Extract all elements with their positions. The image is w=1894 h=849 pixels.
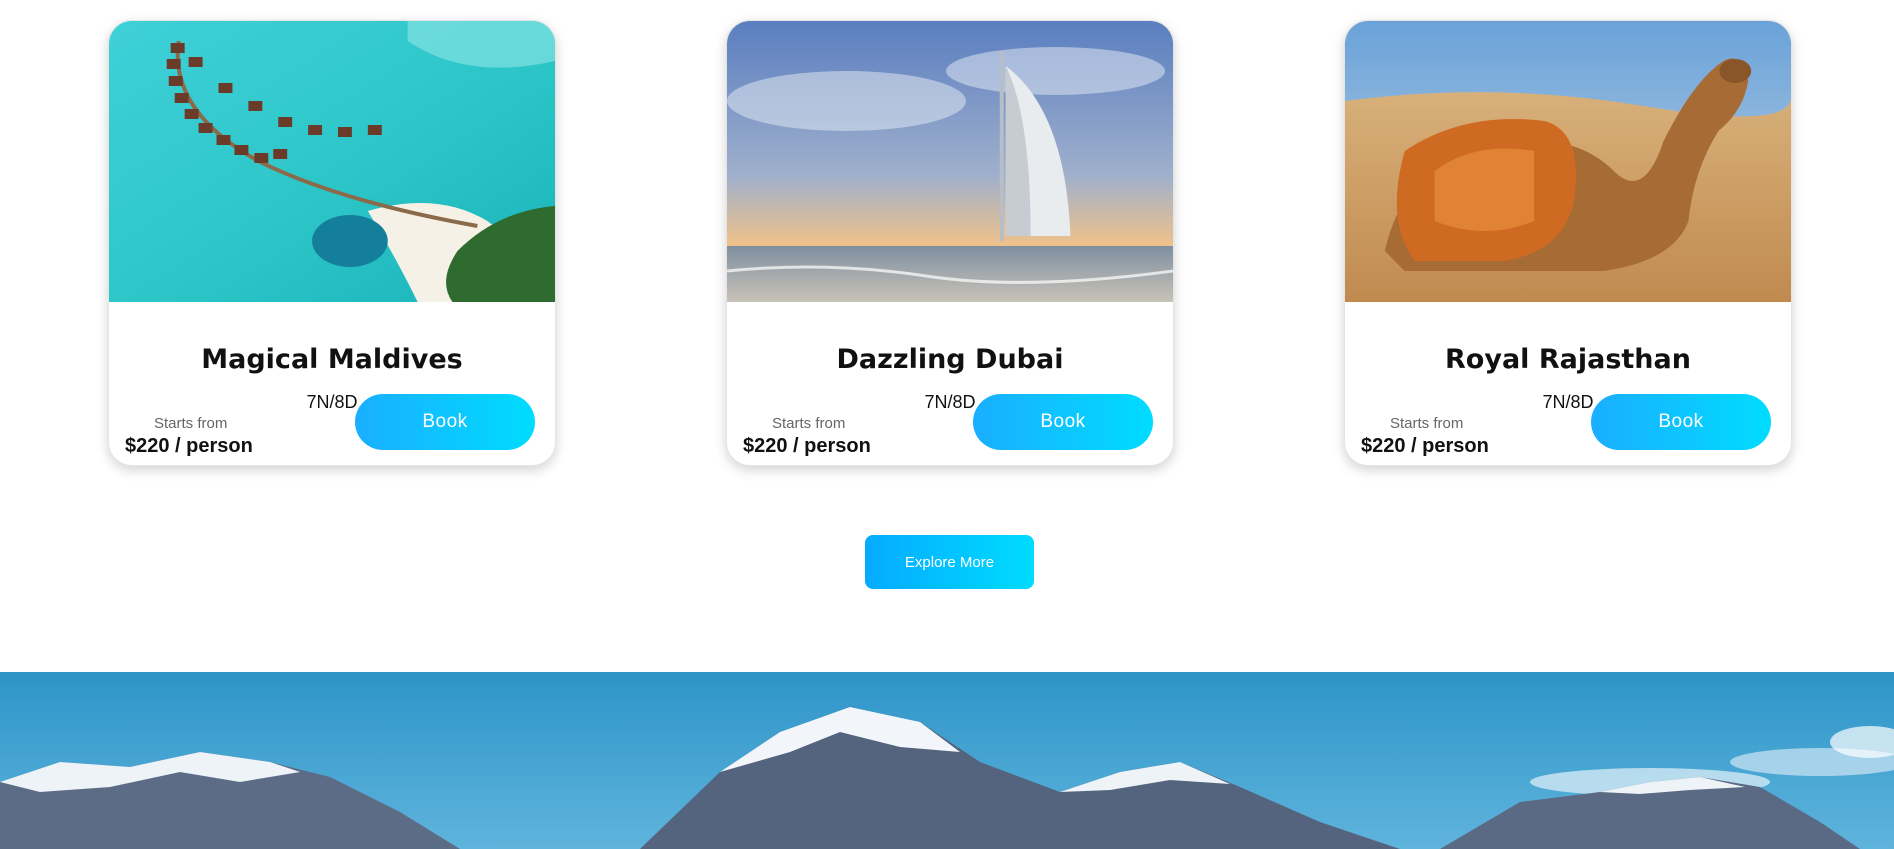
rajasthan-image <box>1345 21 1791 302</box>
package-card-rajasthan: Royal Rajasthan 7N/8D Starts from $220 /… <box>1344 20 1792 466</box>
book-button[interactable]: Book <box>973 394 1153 450</box>
mountain-banner <box>0 672 1894 849</box>
card-price: $220 / person <box>743 435 871 457</box>
package-card-dubai: Dazzling Dubai 7N/8D Starts from $220 / … <box>726 20 1174 466</box>
card-price: $220 / person <box>125 435 253 457</box>
book-button[interactable]: Book <box>355 394 535 450</box>
card-title: Royal Rajasthan <box>1445 344 1691 375</box>
package-cards: Magical Maldives 7N/8D Starts from $220 … <box>0 0 1894 470</box>
explore-more-button[interactable]: Explore More <box>865 535 1034 589</box>
starts-from-label: Starts from <box>772 415 846 432</box>
starts-from-label: Starts from <box>1390 415 1464 432</box>
card-price: $220 / person <box>1361 435 1489 457</box>
card-title: Dazzling Dubai <box>836 344 1064 375</box>
dubai-image <box>727 21 1173 302</box>
package-card-maldives: Magical Maldives 7N/8D Starts from $220 … <box>108 20 556 466</box>
book-button[interactable]: Book <box>1591 394 1771 450</box>
maldives-image <box>109 21 555 302</box>
starts-from-label: Starts from <box>154 415 228 432</box>
card-title: Magical Maldives <box>201 344 463 375</box>
